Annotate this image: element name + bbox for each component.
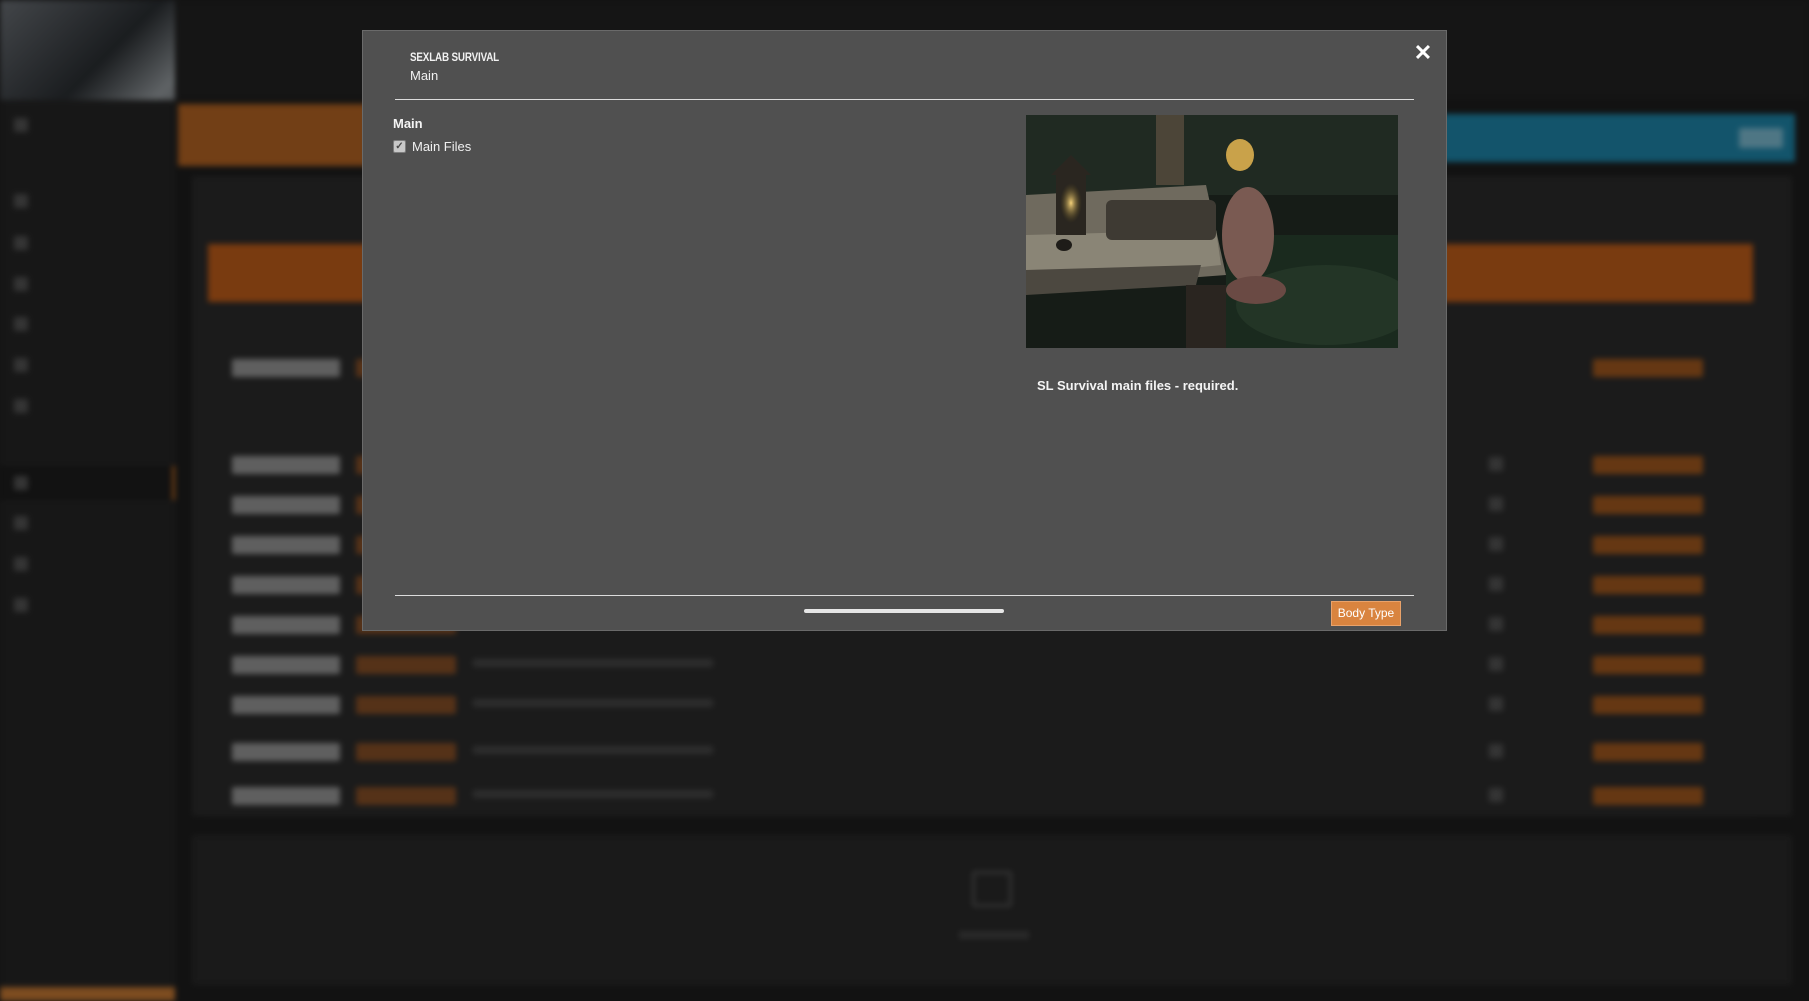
dialog-title: SEXLAB SURVIVAL <box>410 50 500 64</box>
option-description: SL Survival main files - required. <box>1037 378 1239 393</box>
option-label[interactable]: Main Files <box>412 139 471 154</box>
close-icon[interactable]: ✕ <box>1411 41 1435 65</box>
header-divider <box>395 99 1414 100</box>
option-group-label: Main <box>393 116 423 131</box>
option-main-files[interactable]: ✓ Main Files <box>393 139 471 154</box>
footer-divider <box>395 595 1414 596</box>
option-preview-image <box>1026 115 1398 348</box>
step-progress-bar <box>804 609 1004 613</box>
next-step-button[interactable]: Body Type <box>1331 601 1401 626</box>
option-checkbox[interactable]: ✓ <box>393 140 406 153</box>
dialog-step-name: Main <box>410 68 439 83</box>
installer-dialog: SEXLAB SURVIVAL Main ✕ Main ✓ Main Files <box>362 30 1447 631</box>
